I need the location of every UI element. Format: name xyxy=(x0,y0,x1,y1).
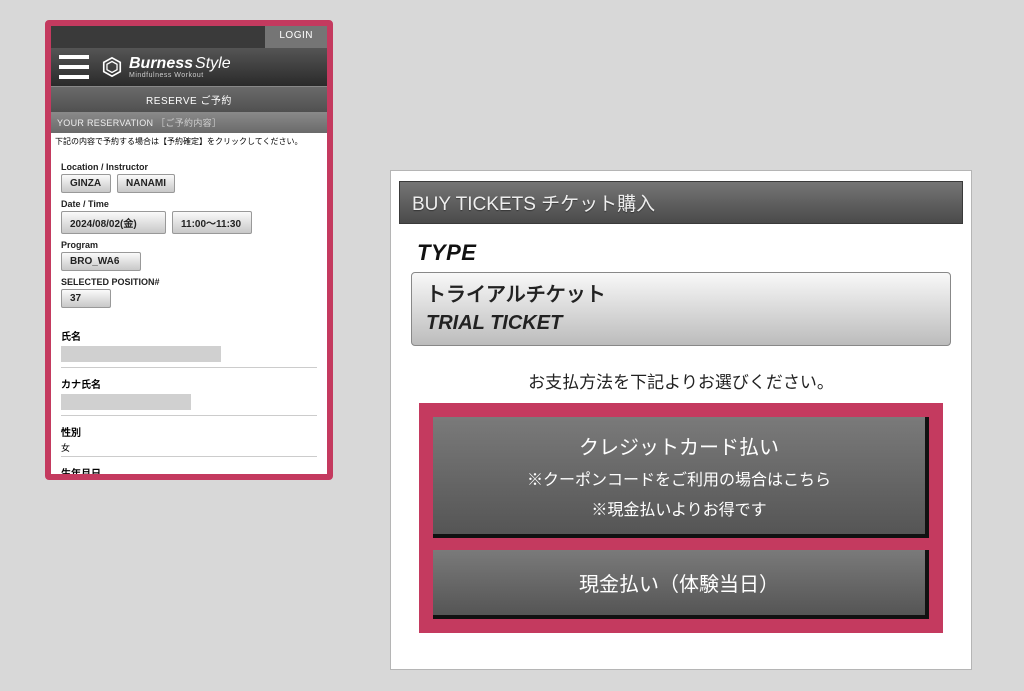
label-location: Location / Instructor xyxy=(61,162,317,172)
label-name: 氏名 xyxy=(61,328,317,343)
value-instructor: NANAMI xyxy=(117,174,175,193)
credit-card-button[interactable]: クレジットカード払い ※クーポンコードをご利用の場合はこちら ※現金払いよりお得… xyxy=(433,417,929,538)
reservation-details: Location / Instructor GINZA NANAMI Date … xyxy=(51,150,327,316)
app-header: BurnessStyle Mindfulness Workout xyxy=(51,48,327,86)
logo-hex-icon xyxy=(101,56,123,78)
credit-card-hint1: ※クーポンコードをご利用の場合はこちら xyxy=(441,466,917,490)
label-position: SELECTED POSITION# xyxy=(61,277,317,287)
section-title: YOUR RESERVATION ［ご予約内容］ xyxy=(51,112,327,133)
brand-tagline: Mindfulness Workout xyxy=(129,72,231,79)
brand-logo: BurnessStyle Mindfulness Workout xyxy=(129,56,231,79)
login-bar: LOGIN xyxy=(51,26,327,48)
cash-button[interactable]: 現金払い（体験当日） xyxy=(433,550,929,619)
label-birth: 生年月日 xyxy=(61,465,317,480)
type-label: TYPE xyxy=(417,240,951,266)
credit-card-hint2: ※現金払いよりお得です xyxy=(441,496,917,520)
reserve-nav[interactable]: RESERVE ご予約 xyxy=(51,86,327,112)
instruction-text: 下記の内容で予約する場合は【予約確定】をクリックしてください。 xyxy=(51,133,327,150)
value-position: 37 xyxy=(61,289,111,308)
payment-instruction: お支払方法を下記よりお選びください。 xyxy=(411,368,951,393)
value-gender: 女 xyxy=(61,441,317,454)
label-program: Program xyxy=(61,240,317,250)
payment-options: クレジットカード払い ※クーポンコードをご利用の場合はこちら ※現金払いよりお得… xyxy=(419,403,943,633)
section-title-en: YOUR RESERVATION xyxy=(57,118,153,128)
label-gender: 性別 xyxy=(61,424,317,439)
buy-tickets-panel: BUY TICKETS チケット購入 TYPE トライアルチケット TRIAL … xyxy=(390,170,972,670)
ticket-type-box: トライアルチケット TRIAL TICKET xyxy=(411,272,951,346)
cash-label: 現金払い（体験当日） xyxy=(441,568,917,597)
hamburger-icon[interactable] xyxy=(59,55,89,79)
reservation-screenshot: LOGIN BurnessStyle Mindfulness Workout R… xyxy=(45,20,333,480)
brand-sub: Style xyxy=(195,55,231,72)
personal-info: 氏名 カナ氏名 性別 女 生年月日 xyxy=(51,316,327,480)
label-kana: カナ氏名 xyxy=(61,376,317,391)
section-title-jp: ［ご予約内容］ xyxy=(156,118,221,128)
label-datetime: Date / Time xyxy=(61,199,317,209)
login-button[interactable]: LOGIN xyxy=(265,26,327,48)
value-location: GINZA xyxy=(61,174,111,193)
ticket-type-en: TRIAL TICKET xyxy=(426,309,936,337)
value-kana-redacted xyxy=(61,394,191,410)
brand-main: Burness xyxy=(129,55,193,72)
ticket-type-jp: トライアルチケット xyxy=(426,281,936,309)
credit-card-label: クレジットカード払い xyxy=(441,431,917,460)
tickets-header: BUY TICKETS チケット購入 xyxy=(399,181,963,224)
value-date: 2024/08/02(金) xyxy=(61,211,166,234)
value-name-redacted xyxy=(61,346,221,362)
value-program: BRO_WA6 xyxy=(61,252,141,271)
value-time: 11:00～11:30 xyxy=(172,211,252,234)
